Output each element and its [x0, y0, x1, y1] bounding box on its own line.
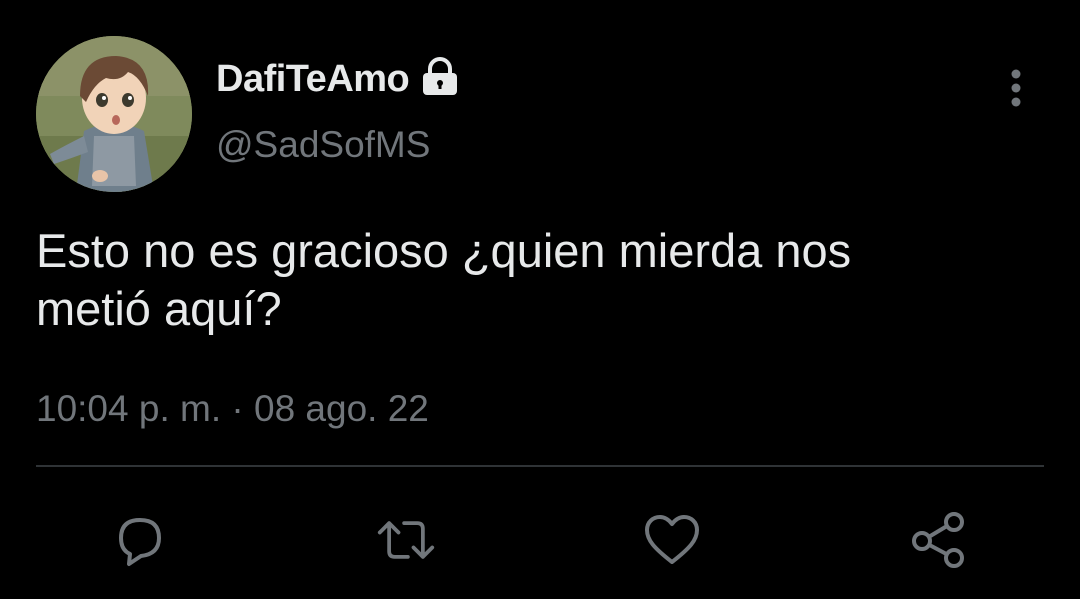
user-handle[interactable]: @SadSofMS: [216, 124, 430, 166]
tweet-card: DafiTeAmo @SadSofMS Esto no es gracioso …: [0, 0, 1080, 599]
timestamp-separator: ·: [231, 388, 244, 429]
retweet-button[interactable]: [376, 510, 436, 570]
author-row: DafiTeAmo: [216, 56, 461, 101]
tweet-text: Esto no es gracioso ¿quien mierda nos me…: [36, 222, 1036, 338]
like-icon: [645, 515, 699, 564]
reply-icon: [119, 518, 161, 566]
reply-button[interactable]: [110, 510, 170, 570]
tweet-text-line-1: Esto no es gracioso ¿quien mierda nos: [36, 224, 852, 277]
like-button[interactable]: [642, 510, 702, 570]
avatar-image: [36, 36, 192, 192]
tweet-text-line-2: metió aquí?: [36, 282, 282, 335]
display-name[interactable]: DafiTeAmo: [216, 58, 410, 101]
avatar[interactable]: [36, 36, 192, 192]
lock-icon: [419, 56, 461, 99]
more-vertical-icon: [1011, 69, 1021, 107]
share-icon: [912, 512, 964, 568]
more-options-button[interactable]: [996, 62, 1036, 114]
tweet-time: 10:04 p. m.: [36, 388, 222, 429]
tweet-date: 08 ago. 22: [254, 388, 429, 429]
retweet-icon: [377, 521, 435, 559]
divider: [36, 465, 1044, 467]
share-button[interactable]: [908, 510, 968, 570]
timestamp[interactable]: 10:04 p. m. · 08 ago. 22: [36, 388, 429, 430]
